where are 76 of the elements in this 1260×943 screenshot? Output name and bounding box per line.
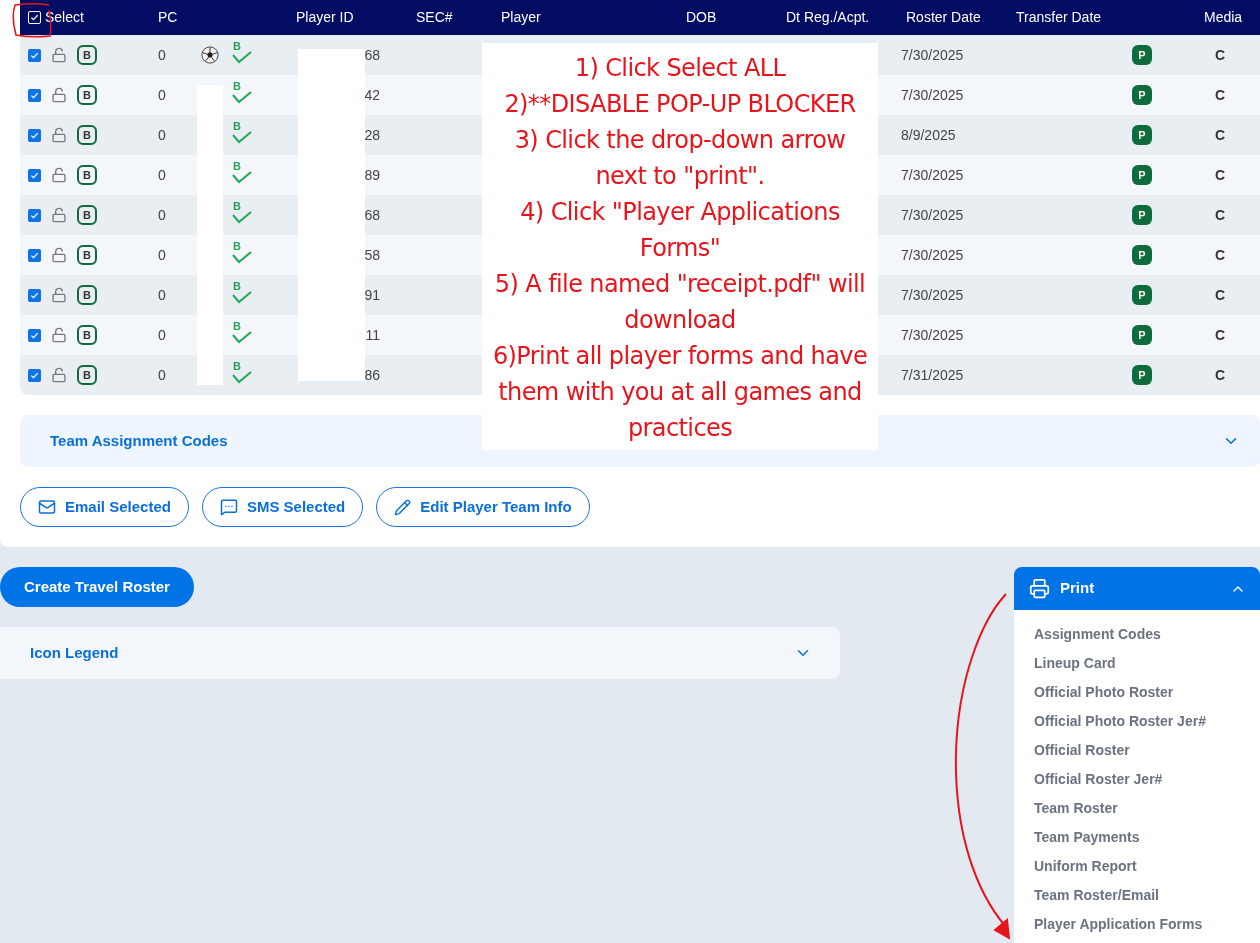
status-badge: B bbox=[77, 165, 97, 185]
status-badge: P bbox=[1132, 205, 1152, 225]
table-cell-text: 7/30/2025 bbox=[900, 205, 965, 225]
table-cell-text: 0 bbox=[157, 245, 167, 265]
table-cell-text: 0 bbox=[157, 285, 167, 305]
table-cell-text: 0 bbox=[157, 45, 167, 65]
table-cell-text: C bbox=[1214, 205, 1227, 225]
table-cell-text: 0 bbox=[157, 165, 167, 185]
accordion-title: Team Assignment Codes bbox=[50, 430, 228, 451]
table-cell-text: C bbox=[1214, 325, 1227, 345]
status-badge: B bbox=[77, 365, 97, 385]
table-cell-text: 68 bbox=[364, 205, 380, 225]
column-header: Player bbox=[501, 9, 541, 25]
column-header: Media bbox=[1204, 9, 1243, 25]
status-badge: P bbox=[1132, 325, 1152, 345]
verified-letter: B bbox=[233, 361, 241, 372]
column-header: Transfer Date bbox=[1016, 9, 1102, 25]
verified-letter: B bbox=[233, 81, 241, 92]
status-badge: P bbox=[1132, 45, 1152, 65]
status-badge: P bbox=[1132, 165, 1152, 185]
status-badge: B bbox=[77, 45, 97, 65]
table-cell-text: 0 bbox=[157, 125, 167, 145]
table-cell-text: 42 bbox=[364, 85, 380, 105]
table-cell-text: 0 bbox=[157, 205, 167, 225]
status-badge: B bbox=[77, 285, 97, 305]
table-cell-text: C bbox=[1214, 245, 1227, 265]
column-header: SEC# bbox=[416, 9, 453, 25]
status-badge: P bbox=[1132, 245, 1152, 265]
verified-letter: B bbox=[233, 281, 241, 292]
column-header: Roster Date bbox=[906, 9, 981, 25]
status-badge: P bbox=[1132, 85, 1152, 105]
table-cell-text: C bbox=[1214, 125, 1227, 145]
column-header: DOB bbox=[686, 9, 717, 25]
status-badge: B bbox=[77, 245, 97, 265]
annotation-step: 6)Print all player forms and have them with you at all games and practices bbox=[488, 338, 872, 446]
verified-letter: B bbox=[233, 321, 241, 332]
table-cell-text: 91 bbox=[364, 285, 380, 305]
verified-letter: B bbox=[233, 201, 241, 212]
table-cell-text: 86 bbox=[364, 365, 380, 385]
table-cell-text: 7/30/2025 bbox=[900, 45, 965, 65]
status-badge: B bbox=[77, 205, 97, 225]
table-cell-text: 11 bbox=[365, 325, 380, 345]
status-badge: P bbox=[1132, 285, 1152, 305]
table-cell-text: 7/30/2025 bbox=[900, 325, 965, 345]
verified-letter: B bbox=[233, 121, 241, 132]
column-header: PC bbox=[158, 9, 178, 25]
table-cell-text: 89 bbox=[364, 165, 380, 185]
status-badge: P bbox=[1132, 365, 1152, 385]
table-cell-text: 28 bbox=[364, 125, 380, 145]
table-cell-text: 7/30/2025 bbox=[900, 285, 965, 305]
table-cell-text: 7/30/2025 bbox=[900, 165, 965, 185]
status-badge: B bbox=[77, 125, 97, 145]
table-cell-text: 7/30/2025 bbox=[900, 85, 965, 105]
table-cell-text: 7/30/2025 bbox=[900, 245, 965, 265]
verified-letter: B bbox=[233, 161, 241, 172]
status-badge: B bbox=[77, 325, 97, 345]
annotation-step: 5) A file named "receipt.pdf" will download bbox=[488, 266, 872, 338]
verified-letter: B bbox=[233, 41, 241, 52]
status-badge: P bbox=[1132, 125, 1152, 145]
accordion-title: Icon Legend bbox=[30, 642, 119, 663]
column-header: Dt Reg./Acpt. bbox=[786, 9, 870, 25]
table-cell-text: 7/31/2025 bbox=[900, 365, 965, 385]
table-cell-text: C bbox=[1214, 285, 1227, 305]
table-cell-text: C bbox=[1214, 365, 1227, 385]
table-cell-text: C bbox=[1214, 85, 1227, 105]
table-cell-text: 68 bbox=[364, 45, 380, 65]
table-cell-text: C bbox=[1214, 165, 1227, 185]
column-header: Player ID bbox=[296, 9, 354, 25]
table-cell-text: 0 bbox=[157, 85, 167, 105]
table-cell-text: 0 bbox=[157, 365, 167, 385]
table-cell-text: 0 bbox=[157, 325, 167, 345]
table-cell-text: 58 bbox=[364, 245, 380, 265]
verified-letter: B bbox=[233, 241, 241, 252]
table-cell-text: C bbox=[1214, 45, 1227, 65]
table-cell-text: 8/9/2025 bbox=[900, 125, 957, 145]
status-badge: B bbox=[77, 85, 97, 105]
